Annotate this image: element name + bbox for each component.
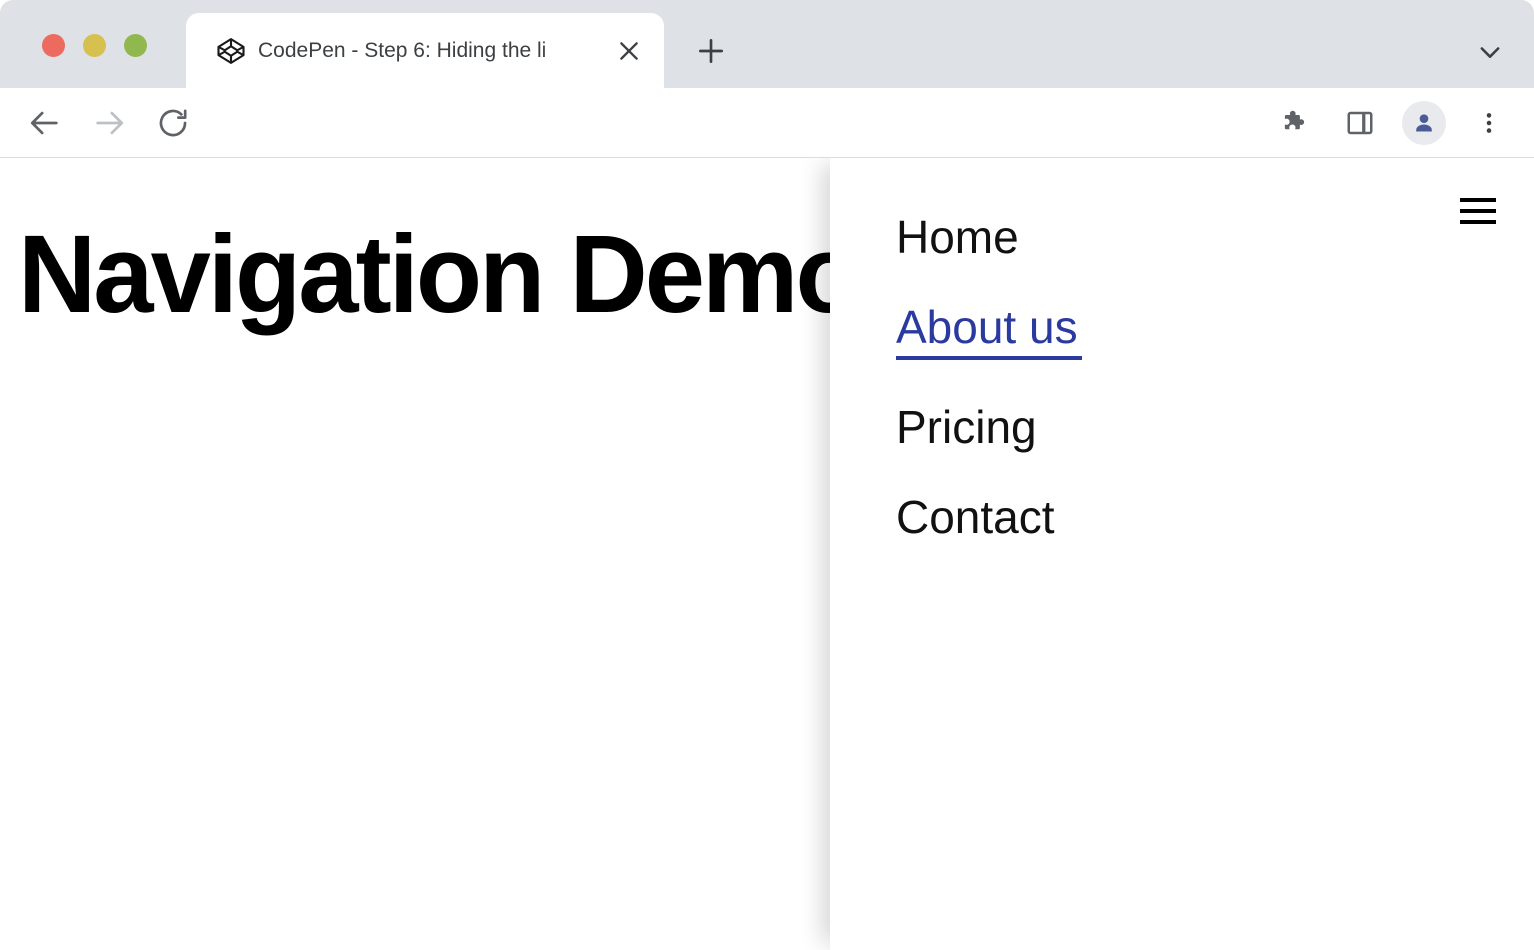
forward-arrow-icon	[92, 106, 126, 140]
hamburger-bar-bottom	[1460, 220, 1496, 224]
browser-toolbar: cdpn.io/pen/debug/dymzOzM	[0, 88, 1534, 158]
tab-close-icon[interactable]	[616, 38, 642, 64]
nav-list: Home About us Pricing Contact	[896, 214, 1082, 584]
tab-title: CodePen - Step 6: Hiding the li	[258, 39, 588, 63]
hamburger-bar-middle	[1460, 209, 1496, 213]
navigation-panel: Home About us Pricing Contact	[830, 158, 1534, 950]
browser-chrome: CodePen - Step 6: Hiding the li	[0, 0, 1534, 158]
nav-link-about-us[interactable]: About us	[896, 304, 1082, 360]
side-panel-icon[interactable]	[1345, 108, 1375, 138]
back-arrow-icon[interactable]	[28, 106, 62, 140]
window-controls	[42, 34, 147, 57]
window-close-button[interactable]	[42, 34, 65, 57]
nav-link-pricing[interactable]: Pricing	[896, 404, 1037, 450]
new-tab-button[interactable]	[695, 35, 727, 67]
page-viewport: Navigation Demo Home About us Pricing Co…	[0, 158, 1534, 950]
three-dot-menu-icon[interactable]	[1476, 108, 1502, 138]
nav-link-home[interactable]: Home	[896, 214, 1019, 260]
tab-strip: CodePen - Step 6: Hiding the li	[0, 0, 1534, 88]
hamburger-bar-top	[1460, 198, 1496, 202]
window-minimize-button[interactable]	[83, 34, 106, 57]
hamburger-menu-icon[interactable]	[1460, 198, 1496, 224]
nav-link-contact[interactable]: Contact	[896, 494, 1055, 540]
nav-item-contact: Contact	[896, 494, 1082, 540]
puzzle-icon[interactable]	[1280, 108, 1310, 138]
browser-window: CodePen - Step 6: Hiding the li	[0, 0, 1534, 950]
nav-item-pricing: Pricing	[896, 404, 1082, 450]
window-maximize-button[interactable]	[124, 34, 147, 57]
codepen-logo-icon	[216, 36, 246, 66]
nav-item-about-us: About us	[896, 304, 1082, 360]
browser-tab-active[interactable]: CodePen - Step 6: Hiding the li	[186, 13, 664, 88]
nav-item-home: Home	[896, 214, 1082, 260]
reload-icon[interactable]	[156, 106, 190, 140]
chevron-down-icon[interactable]	[1476, 38, 1504, 66]
page-title: Navigation Demo	[18, 220, 859, 330]
profile-avatar-icon[interactable]	[1402, 101, 1446, 145]
